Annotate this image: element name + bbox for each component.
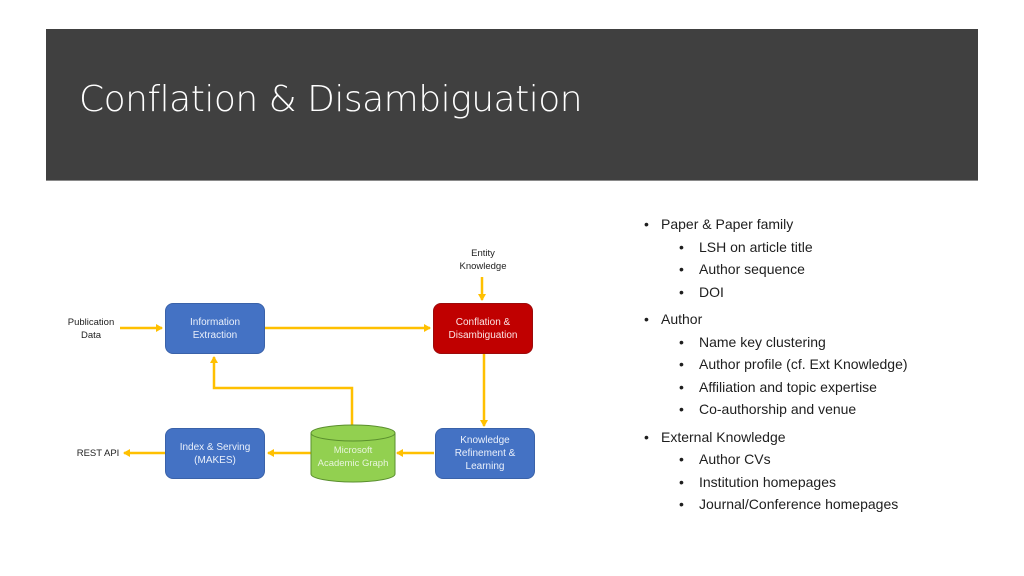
entity-knowledge-label: Entity Knowledge (459, 248, 507, 272)
diagram-connectors (120, 277, 488, 483)
knowledge-refinement-node: Knowledge Refinement & Learning (435, 428, 535, 479)
rest-api-label: REST API (76, 448, 120, 459)
sub-bullet-item: Affiliation and topic expertise (644, 376, 908, 399)
bullet-item: Paper & Paper family (644, 213, 908, 236)
publication-data-label: Publication Data (67, 317, 115, 341)
arrow-graph-to-extraction (210, 356, 354, 426)
pipeline-diagram: Publication Data Entity Knowledge REST A… (0, 0, 600, 576)
sub-bullet-item: Author CVs (644, 448, 908, 471)
bullet-group-author: Author Name key clustering Author profil… (644, 308, 908, 421)
academic-graph-label: Microsoft Academic Graph (317, 445, 389, 469)
index-serving-node: Index & Serving (MAKES) (165, 428, 265, 479)
sub-bullet-item: Institution homepages (644, 471, 908, 494)
sub-bullet-item: Name key clustering (644, 331, 908, 354)
conflation-disambiguation-node: Conflation & Disambiguation (433, 303, 533, 354)
sub-bullet-item: DOI (644, 281, 908, 304)
bullet-group-external: External Knowledge Author CVs Institutio… (644, 426, 908, 516)
bullet-group-paper: Paper & Paper family LSH on article titl… (644, 213, 908, 303)
sub-bullet-item: Journal/Conference homepages (644, 493, 908, 516)
sub-bullet-item: LSH on article title (644, 236, 908, 259)
sub-bullet-item: Author profile (cf. Ext Knowledge) (644, 353, 908, 376)
sub-bullet-item: Co-authorship and venue (644, 398, 908, 421)
sub-bullet-item: Author sequence (644, 258, 908, 281)
bullet-item: Author (644, 308, 908, 331)
information-extraction-node: Information Extraction (165, 303, 265, 354)
bullet-list: Paper & Paper family LSH on article titl… (644, 213, 908, 521)
bullet-item: External Knowledge (644, 426, 908, 449)
